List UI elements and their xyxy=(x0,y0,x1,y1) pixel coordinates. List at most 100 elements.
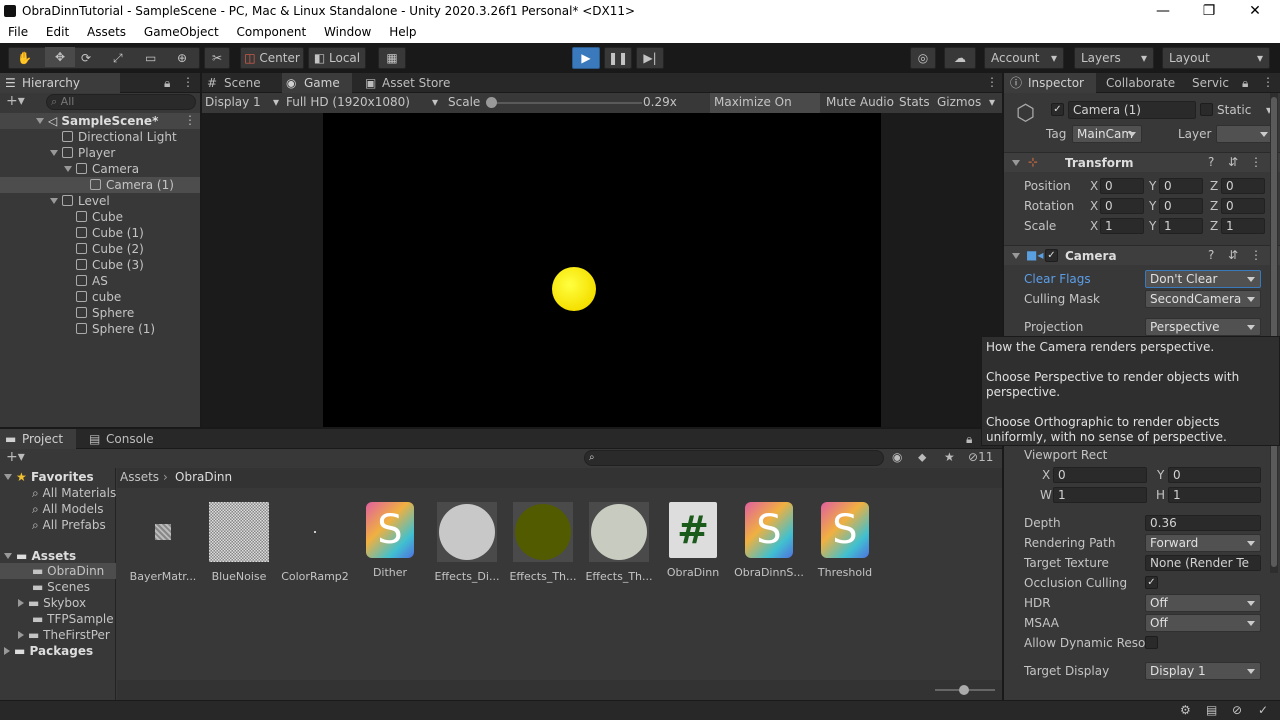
maximize-button[interactable]: ❐ xyxy=(1194,2,1224,20)
chevron-down-icon[interactable]: ▾ xyxy=(989,95,995,109)
list-item[interactable]: ⌕ All Materials xyxy=(32,485,116,501)
expand-icon[interactable] xyxy=(50,150,58,156)
list-item[interactable]: Cube (3) xyxy=(76,257,144,273)
target-texture-field[interactable]: None (Render Te xyxy=(1145,555,1261,571)
expand-icon[interactable] xyxy=(50,198,58,204)
game-viewport[interactable] xyxy=(202,113,1002,427)
selected-row[interactable]: Camera (1) xyxy=(0,177,200,193)
favorite-star-icon[interactable]: ★ xyxy=(944,450,955,464)
list-item[interactable]: Cube xyxy=(76,209,123,225)
asset-item[interactable]: S ObraDinnS... xyxy=(734,502,804,579)
add-icon[interactable]: +▾ xyxy=(6,93,25,109)
position-z-field[interactable]: 0 xyxy=(1221,178,1265,194)
step-button[interactable]: ▶| xyxy=(636,47,664,69)
rotation-z-field[interactable]: 0 xyxy=(1221,198,1265,214)
scale-tool-icon[interactable]: ⤢ xyxy=(113,48,123,68)
position-y-field[interactable]: 0 xyxy=(1159,178,1203,194)
tab-scene[interactable]: # Scene xyxy=(202,73,274,93)
more-icon[interactable]: ⋮ xyxy=(184,113,196,127)
rotation-x-field[interactable]: 0 xyxy=(1100,198,1144,214)
list-item[interactable]: ▬ Scenes xyxy=(32,579,90,595)
help-icon[interactable]: ? xyxy=(1208,155,1214,169)
list-item[interactable]: Cube (2) xyxy=(76,241,144,257)
lock-icon[interactable]: 🔒︎ xyxy=(164,76,170,91)
layers-dropdown[interactable]: Layers ▾ xyxy=(1074,47,1154,69)
expand-icon[interactable] xyxy=(18,599,24,607)
grid-snap-icon[interactable]: ▦ xyxy=(378,47,406,69)
asset-item[interactable]: # ObraDinn xyxy=(658,502,728,579)
asset-item[interactable]: ColorRamp2 xyxy=(280,502,350,583)
expand-icon[interactable] xyxy=(4,474,12,480)
more-icon[interactable]: ⋮ xyxy=(182,75,194,89)
scale-z-field[interactable]: 1 xyxy=(1221,218,1265,234)
display-dropdown[interactable]: Display 1 ▾ xyxy=(205,95,281,111)
scene-row[interactable]: ◁ SampleScene* ⋮ xyxy=(0,113,200,129)
selected-folder-row[interactable]: ▬ ObraDinn xyxy=(0,563,116,579)
msaa-dropdown[interactable]: Off xyxy=(1145,614,1261,632)
breadcrumb-assets[interactable]: Assets xyxy=(120,470,159,484)
move-tool-icon[interactable]: ✥ xyxy=(45,47,75,67)
layer-dropdown[interactable] xyxy=(1216,125,1274,143)
gizmos-button[interactable]: Gizmos xyxy=(937,95,981,109)
rendering-path-dropdown[interactable]: Forward xyxy=(1145,534,1261,552)
tab-asset-store[interactable]: ▣ Asset Store xyxy=(360,73,460,93)
list-item[interactable]: Directional Light xyxy=(62,129,177,145)
expand-icon[interactable] xyxy=(64,166,72,172)
list-item[interactable]: Sphere xyxy=(76,305,134,321)
list-item[interactable]: ▬ TheFirstPer xyxy=(18,627,116,643)
static-checkbox[interactable] xyxy=(1200,103,1213,116)
asset-item[interactable]: S Dither xyxy=(355,502,425,579)
hierarchy-search-input[interactable]: ⌕ All xyxy=(46,94,196,110)
menu-gameobject[interactable]: GameObject xyxy=(130,23,219,39)
stats-button[interactable]: Stats xyxy=(899,95,930,109)
tab-collaborate[interactable]: Collaborate xyxy=(1090,73,1180,93)
menu-help[interactable]: Help xyxy=(375,23,416,39)
tab-game[interactable]: ◉ Game xyxy=(282,73,352,93)
expand-icon[interactable] xyxy=(1012,160,1020,166)
hand-tool-icon[interactable]: ✋ xyxy=(17,48,32,68)
camera-component-header[interactable]: ■◂ ✓ Camera ? ⇵ ⋮ xyxy=(1004,245,1280,265)
expand-icon[interactable] xyxy=(1012,253,1020,259)
more-icon[interactable]: ⋮ xyxy=(986,75,998,89)
help-icon[interactable]: ? xyxy=(1208,248,1214,262)
position-x-field[interactable]: 0 xyxy=(1100,178,1144,194)
active-checkbox[interactable]: ✓ xyxy=(1051,103,1064,116)
dynamic-resolution-checkbox[interactable] xyxy=(1145,636,1158,649)
pivot-center-button[interactable]: ◫ Center xyxy=(240,47,304,69)
menu-window[interactable]: Window xyxy=(310,23,371,39)
expand-icon[interactable] xyxy=(18,631,24,639)
tab-inspector[interactable]: ⓘ Inspector xyxy=(1004,73,1096,93)
more-icon[interactable]: ⋮ xyxy=(1250,248,1262,262)
asset-item[interactable]: Effects_Th... xyxy=(584,502,654,583)
asset-item[interactable]: S Threshold xyxy=(810,502,880,579)
asset-item[interactable]: Effects_Di... xyxy=(432,502,502,583)
target-display-dropdown[interactable]: Display 1 xyxy=(1145,662,1261,680)
scale-slider-handle[interactable] xyxy=(486,97,497,108)
bug-icon[interactable]: ⊘ xyxy=(1232,703,1242,717)
transform-tool-icon[interactable]: ⊕ xyxy=(177,48,187,68)
favorites-folder[interactable]: ★ Favorites xyxy=(4,469,94,485)
culling-mask-dropdown[interactable]: SecondCamera xyxy=(1145,290,1261,308)
list-item[interactable]: Player xyxy=(50,145,115,161)
list-item[interactable]: Cube (1) xyxy=(76,225,144,241)
project-search-input[interactable]: ⌕ xyxy=(584,450,884,466)
more-icon[interactable]: ⋮ xyxy=(1262,75,1274,89)
cloud-icon[interactable]: ☁ xyxy=(944,47,976,69)
pause-button[interactable]: ❚❚ xyxy=(604,47,632,69)
object-name-field[interactable]: Camera (1) xyxy=(1068,101,1196,119)
play-button[interactable]: ▶ xyxy=(572,47,600,69)
menu-edit[interactable]: Edit xyxy=(32,23,69,39)
debug-icon[interactable]: ⚙ xyxy=(1180,703,1191,717)
menu-component[interactable]: Component xyxy=(223,23,307,39)
packages-folder[interactable]: ▬ Packages xyxy=(4,643,93,659)
assets-folder[interactable]: ▬ Assets xyxy=(4,548,76,564)
mute-audio-button[interactable]: Mute Audio xyxy=(826,95,894,109)
layout-dropdown[interactable]: Layout ▾ xyxy=(1162,47,1270,69)
depth-field[interactable]: 0.36 xyxy=(1145,515,1261,531)
settings-icon[interactable]: ⇵ xyxy=(1228,155,1238,169)
list-item[interactable]: Level xyxy=(50,193,110,209)
asset-item[interactable]: Effects_Th... xyxy=(508,502,578,583)
list-item[interactable]: ⌕ All Models xyxy=(32,501,104,517)
transform-component-header[interactable]: ⊹ Transform ? ⇵ ⋮ xyxy=(1004,152,1280,172)
filter-label-icon[interactable]: ⬥ xyxy=(918,450,926,465)
